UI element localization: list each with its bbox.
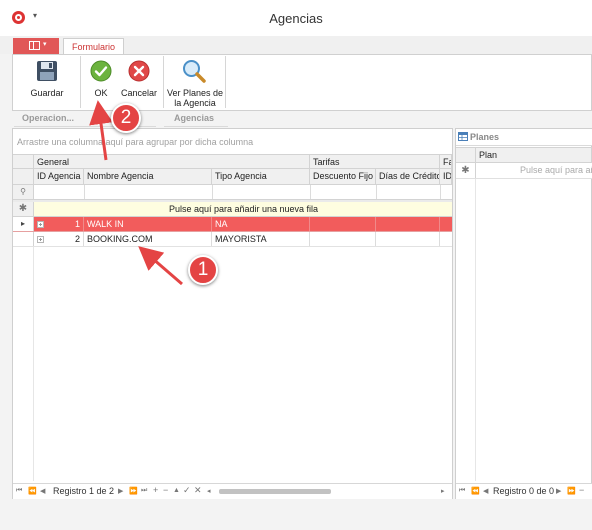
column-header-nombre-agencia[interactable]: Nombre Agencia (84, 169, 212, 185)
new-row-asterisk-icon: ✱ (456, 163, 476, 178)
cell-dias-credito[interactable] (376, 232, 440, 246)
append-icon[interactable]: + (153, 485, 158, 495)
first-record-icon[interactable]: ⏮ (459, 487, 465, 495)
cell-id-agencia[interactable]: 2 (34, 232, 84, 246)
ribbon-separator (80, 56, 81, 108)
cancelar-label: Cancelar (120, 88, 158, 98)
prev-record-icon[interactable]: ◀ (40, 487, 45, 495)
cell-tipo-agencia[interactable]: NA (212, 217, 310, 231)
next-page-icon[interactable]: ⏩ (567, 487, 576, 495)
end-edit-check-icon[interactable]: ✓ (183, 485, 191, 496)
filter-row[interactable]: ⚲ (13, 185, 452, 200)
tab-formulario[interactable]: Formulario (63, 38, 124, 55)
record-counter: Registro 1 de 2 (53, 486, 115, 496)
column-header-dias-credito[interactable]: Días de Crédito (376, 169, 440, 185)
band-indicator (13, 154, 34, 169)
cell-descuento-fijo[interactable] (310, 217, 376, 231)
row-indicator (13, 232, 34, 246)
column-header-id-agencia[interactable]: ID Agencia (34, 169, 84, 185)
group-label-operaciones: Operacion... (22, 113, 75, 123)
row-focus-indicator-icon: ▸ (13, 217, 34, 231)
scroll-right-icon[interactable]: ▸ (441, 487, 445, 495)
column-header-indicator (13, 169, 34, 185)
table-row[interactable]: ▸ 1 WALK IN NA (13, 217, 452, 232)
planes-title: Planes (470, 132, 500, 142)
guardar-label: Guardar (30, 88, 64, 98)
new-row-asterisk-icon: ✱ (13, 202, 34, 216)
save-icon (37, 61, 57, 81)
cell-nombre-agencia[interactable]: WALK IN (84, 217, 212, 231)
next-page-icon[interactable]: ⏩ (129, 487, 138, 495)
ver-planes-label-1: Ver Planes de (166, 88, 224, 98)
column-header-id[interactable]: ID (440, 169, 452, 185)
table-row[interactable]: 2 BOOKING.COM MAYORISTA (13, 232, 452, 247)
column-header-descuento-fijo[interactable]: Descuento Fijo (310, 169, 376, 185)
ver-planes-label-2: la Agencia (174, 98, 216, 108)
planes-new-row-hint: Pulse aquí para añadir (520, 165, 592, 175)
planes-column-header-plan[interactable]: Plan (476, 147, 592, 163)
cell-descuento-fijo[interactable] (310, 232, 376, 246)
grid-navigator: ⏮ ⏪ ◀ Registro 1 de 2 ▶ ⏩ ⏭ + − ▲ ✓ ✕ ◂ … (13, 483, 452, 499)
indicator-column-strip (13, 247, 34, 481)
group-by-panel[interactable]: Arrastre una columna aquí para agrupar p… (13, 129, 452, 153)
first-record-icon[interactable]: ⏮ (16, 487, 22, 495)
prev-page-icon[interactable]: ⏪ (28, 487, 37, 495)
cell-nombre-agencia[interactable]: BOOKING.COM (84, 232, 212, 246)
cell-dias-credito[interactable] (376, 217, 440, 231)
planes-record-counter: Registro 0 de 0 (493, 486, 555, 496)
planes-column-indicator (456, 147, 476, 163)
ribbon-separator (163, 56, 164, 108)
band-fa[interactable]: Fa (440, 154, 452, 169)
edit-up-icon[interactable]: ▲ (173, 487, 180, 494)
ribbon-group-row (12, 111, 592, 126)
new-item-row[interactable]: ✱ Pulse aquí para añadir una nueva fila (13, 202, 452, 217)
application-menu-icon (29, 41, 40, 50)
magnifier-icon (183, 60, 206, 83)
group-label-agencias: Agencias (174, 113, 215, 123)
ok-label: OK (94, 88, 108, 98)
prev-page-icon[interactable]: ⏪ (471, 487, 480, 495)
cancel-icon (128, 60, 150, 82)
filter-cell-divider (310, 185, 311, 199)
chevron-down-icon: ▾ (43, 41, 47, 48)
check-icon (90, 60, 112, 82)
column-header-tipo-agencia[interactable]: Tipo Agencia (212, 169, 310, 185)
horizontal-scrollbar-thumb[interactable] (219, 489, 331, 494)
next-record-icon[interactable]: ▶ (118, 487, 123, 495)
filter-cell-divider (440, 185, 441, 199)
group-underline (164, 126, 228, 127)
band-tarifas[interactable]: Tarifas (310, 154, 440, 169)
last-record-icon[interactable]: ⏭ (141, 487, 147, 495)
cancelar-button[interactable]: Cancelar (120, 57, 158, 105)
annotation-badge-1: 1 (188, 255, 218, 285)
guardar-button[interactable]: Guardar (22, 57, 72, 105)
remove-icon[interactable]: − (579, 485, 584, 495)
band-general[interactable]: General (34, 154, 310, 169)
filter-cell-divider (376, 185, 377, 199)
next-record-icon[interactable]: ▶ (556, 487, 561, 495)
planes-new-item-row[interactable]: ✱ Pulse aquí para añadir (456, 163, 592, 179)
grid-table-icon (458, 132, 468, 141)
cancel-edit-icon[interactable]: ✕ (194, 485, 202, 496)
window-title: Agencias (269, 11, 323, 26)
filter-cell-divider (84, 185, 85, 199)
planes-header: Planes (456, 129, 592, 145)
filter-icon: ⚲ (13, 185, 34, 199)
annotation-badge-2: 2 (111, 103, 141, 133)
remove-icon[interactable]: − (163, 485, 168, 495)
planes-header-line (456, 145, 592, 146)
cell-tipo-agencia[interactable]: MAYORISTA (212, 232, 310, 246)
scroll-left-icon[interactable]: ◂ (207, 487, 211, 495)
ribbon-separator (225, 56, 226, 108)
ver-planes-button[interactable]: Ver Planes de la Agencia (166, 57, 224, 108)
ok-button[interactable]: OK (86, 57, 116, 105)
filter-cell-divider (212, 185, 213, 199)
planes-navigator: ⏮ ⏪ ◀ Registro 0 de 0 ▶ ⏩ − (456, 483, 592, 499)
prev-record-icon[interactable]: ◀ (483, 487, 488, 495)
window-bottom-edge (0, 516, 592, 530)
cell-id-agencia[interactable]: 1 (34, 217, 84, 231)
new-row-hint: Pulse aquí para añadir una nueva fila (168, 204, 319, 214)
planes-indicator-strip (456, 179, 476, 481)
